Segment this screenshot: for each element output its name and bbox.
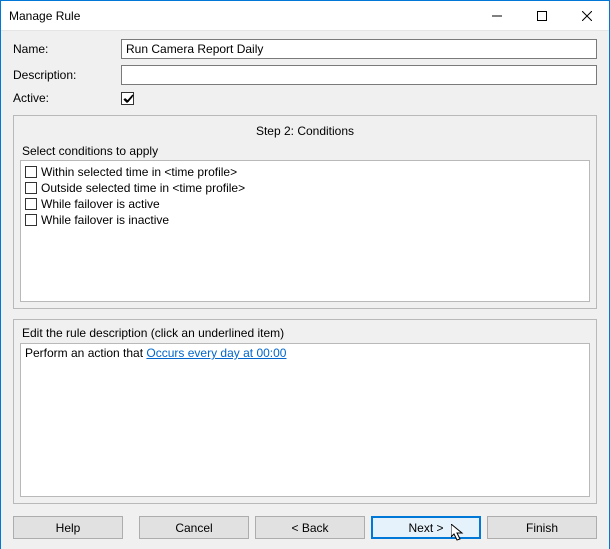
condition-item[interactable]: While failover is inactive — [25, 212, 585, 228]
cancel-button[interactable]: Cancel — [139, 516, 249, 539]
condition-checkbox[interactable] — [25, 214, 37, 226]
description-input[interactable] — [121, 65, 597, 85]
condition-label: Within selected time in <time profile> — [41, 164, 237, 180]
help-button-label: Help — [56, 521, 81, 535]
description-box: Perform an action that Occurs every day … — [20, 343, 590, 497]
button-bar: Help Cancel < Back Next > Finish — [13, 516, 597, 539]
close-button[interactable] — [564, 1, 609, 30]
recurrence-link[interactable]: Occurs every day at 00:00 — [146, 346, 286, 360]
client-area: Name: Description: Active: Step 2: Condi… — [1, 31, 609, 549]
conditions-group: Step 2: Conditions Select conditions to … — [13, 115, 597, 309]
name-label: Name: — [13, 42, 121, 56]
active-row: Active: — [13, 91, 597, 105]
condition-checkbox[interactable] — [25, 198, 37, 210]
step-title: Step 2: Conditions — [20, 122, 590, 144]
condition-label: While failover is inactive — [41, 212, 169, 228]
finish-button[interactable]: Finish — [487, 516, 597, 539]
edit-description-label: Edit the rule description (click an unde… — [20, 326, 590, 343]
condition-checkbox[interactable] — [25, 182, 37, 194]
description-prefix: Perform an action that — [25, 346, 146, 360]
condition-label: Outside selected time in <time profile> — [41, 180, 245, 196]
condition-item[interactable]: Outside selected time in <time profile> — [25, 180, 585, 196]
cancel-button-label: Cancel — [175, 521, 212, 535]
minimize-button[interactable] — [474, 1, 519, 30]
name-input[interactable] — [121, 39, 597, 59]
description-group: Edit the rule description (click an unde… — [13, 319, 597, 504]
next-button[interactable]: Next > — [371, 516, 481, 539]
condition-item[interactable]: While failover is active — [25, 196, 585, 212]
button-group-right: Cancel < Back Next > Finish — [139, 516, 597, 539]
description-row: Description: — [13, 65, 597, 85]
help-button[interactable]: Help — [13, 516, 123, 539]
titlebar: Manage Rule — [1, 1, 609, 31]
back-button-label: < Back — [291, 521, 328, 535]
next-button-label: Next > — [408, 521, 443, 535]
window-title: Manage Rule — [9, 9, 474, 23]
active-checkbox[interactable] — [121, 92, 134, 105]
active-label: Active: — [13, 91, 121, 105]
select-conditions-label: Select conditions to apply — [20, 144, 590, 160]
cursor-icon — [451, 524, 465, 542]
condition-label: While failover is active — [41, 196, 160, 212]
condition-checkbox[interactable] — [25, 166, 37, 178]
name-row: Name: — [13, 39, 597, 59]
finish-button-label: Finish — [526, 521, 558, 535]
conditions-listbox[interactable]: Within selected time in <time profile> O… — [20, 160, 590, 302]
maximize-button[interactable] — [519, 1, 564, 30]
back-button[interactable]: < Back — [255, 516, 365, 539]
condition-item[interactable]: Within selected time in <time profile> — [25, 164, 585, 180]
description-label: Description: — [13, 68, 121, 82]
